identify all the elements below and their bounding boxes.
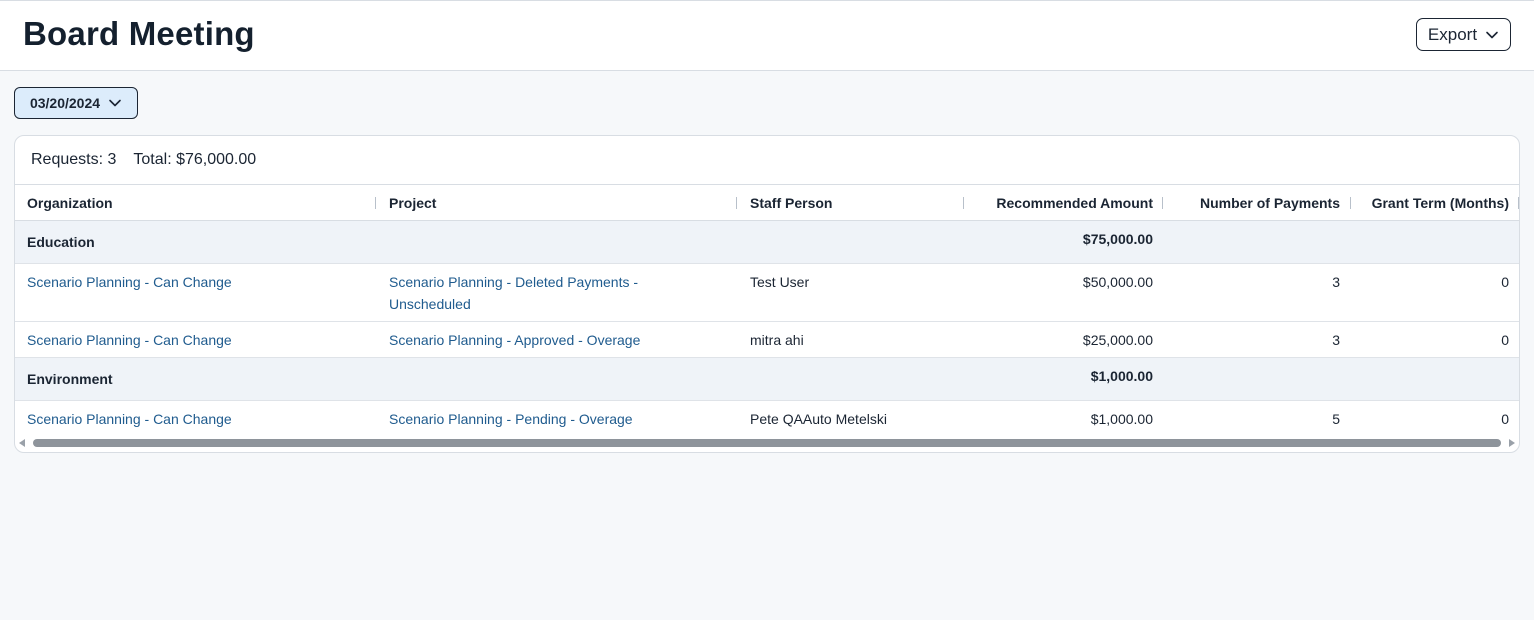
organization-link[interactable]: Scenario Planning - Can Change [27,271,232,293]
recommended-amount: $25,000.00 [1082,332,1153,348]
organization-link[interactable]: Scenario Planning - Can Change [27,329,232,351]
scrollbar-thumb[interactable] [33,439,1501,447]
requests-total: Total: $76,000.00 [133,151,257,168]
table-row: Scenario Planning - Can Change Scenario … [15,322,1519,358]
column-header-organization[interactable]: Organization [27,185,113,221]
group-name: Education [27,234,95,250]
column-resize-handle[interactable] [1350,197,1351,209]
organization-link[interactable]: Scenario Planning - Can Change [27,408,232,430]
column-header-project[interactable]: Project [389,185,436,221]
group-row-education: Education $75,000.00 [15,221,1519,264]
requests-panel: Requests: 3 Total: $76,000.00 Organizati… [14,135,1520,453]
group-total-amount: $1,000.00 [1090,368,1153,384]
horizontal-scrollbar[interactable] [15,436,1519,450]
project-link[interactable]: Scenario Planning - Approved - Overage [389,329,640,351]
column-resize-handle[interactable] [1162,197,1163,209]
staff-person: Pete QAAuto Metelski [750,411,887,427]
number-of-payments: 3 [1332,274,1340,290]
staff-person: Test User [750,274,810,290]
chevron-down-icon [1486,31,1498,38]
column-header-number-of-payments[interactable]: Number of Payments [1175,185,1340,221]
project-link[interactable]: Scenario Planning - Deleted Payments - U… [389,271,679,315]
requests-count: Requests: 3 [31,151,117,168]
grant-term-months: 0 [1501,332,1509,348]
table-row: Scenario Planning - Can Change Scenario … [15,264,1519,322]
page-title: Board Meeting [23,15,255,52]
number-of-payments: 5 [1332,411,1340,427]
meeting-date-select[interactable]: 03/20/2024 [14,87,138,119]
meeting-date-value: 03/20/2024 [29,95,101,111]
grant-term-months: 0 [1501,274,1509,290]
table-header: Organization Project Staff Person Recomm… [15,184,1519,221]
recommended-amount: $1,000.00 [1090,411,1153,427]
scroll-right-arrow-icon[interactable] [1509,439,1515,447]
column-header-recommended-amount[interactable]: Recommended Amount [975,185,1153,221]
group-row-environment: Environment $1,000.00 [15,358,1519,401]
column-resize-handle[interactable] [963,197,964,209]
group-total-amount: $75,000.00 [1082,231,1153,247]
number-of-payments: 3 [1332,332,1340,348]
recommended-amount: $50,000.00 [1082,274,1153,290]
requests-summary: Requests: 3 Total: $76,000.00 [31,151,256,169]
column-resize-handle[interactable] [1518,197,1519,209]
page-header: Board Meeting Export [0,0,1534,71]
scroll-left-arrow-icon[interactable] [19,439,25,447]
column-header-staff-person[interactable]: Staff Person [750,185,832,221]
table-row: Scenario Planning - Can Change Scenario … [15,401,1519,437]
column-resize-handle[interactable] [736,197,737,209]
column-header-grant-term[interactable]: Grant Term (Months) [1360,185,1509,221]
staff-person: mitra ahi [750,332,804,348]
project-link[interactable]: Scenario Planning - Pending - Overage [389,408,633,430]
chevron-down-icon [109,99,121,107]
grant-term-months: 0 [1501,411,1509,427]
column-resize-handle[interactable] [375,197,376,209]
export-button-label: Export [1427,24,1478,44]
export-button[interactable]: Export [1416,18,1511,51]
group-name: Environment [27,371,113,387]
